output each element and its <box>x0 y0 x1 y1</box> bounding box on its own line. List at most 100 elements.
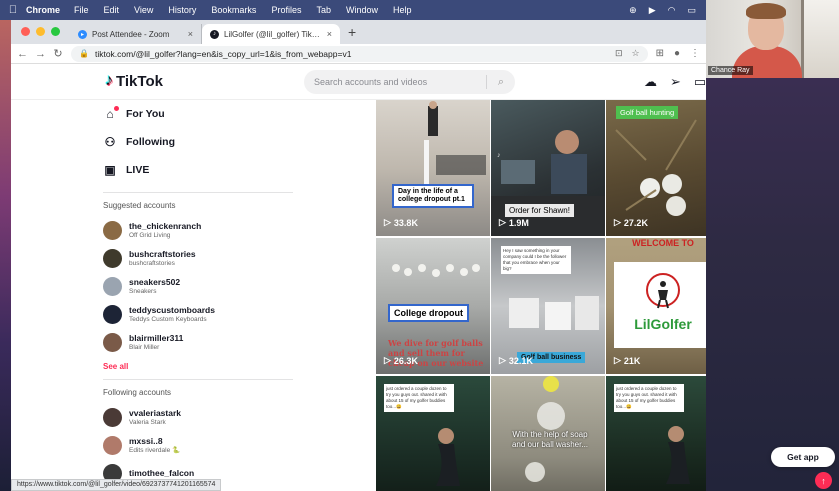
account-avatar <box>103 276 122 296</box>
suggested-account[interactable]: blairmiller311 Blair Miller <box>103 328 293 356</box>
extensions-icon[interactable]: ⊞ <box>656 48 664 59</box>
close-icon[interactable]: × <box>188 29 193 39</box>
video-grid: Day in the life of a college dropout pt.… <box>376 100 706 491</box>
account-avatar <box>103 407 122 427</box>
view-count: ▷ 27.2K <box>614 217 648 228</box>
golfer-icon <box>646 273 680 309</box>
menu-file[interactable]: File <box>74 5 89 15</box>
account-avatar <box>103 435 122 455</box>
play-icon: ▷ <box>499 217 506 227</box>
suggested-account[interactable]: bushcraftstories bushcraftstories <box>103 244 293 272</box>
get-app-button[interactable]: Get app <box>771 447 835 467</box>
tab-tiktok[interactable]: ♪ LilGolfer (@lil_golfer) TikTok | ... × <box>202 24 340 44</box>
new-tab-button[interactable]: + <box>340 24 364 44</box>
play-icon[interactable]: ▶ <box>649 5 656 16</box>
url-field[interactable]: 🔒 tiktok.com/@lil_golfer?lang=en&is_copy… <box>71 45 648 62</box>
menu-profiles[interactable]: Profiles <box>271 5 301 15</box>
account-subtitle: Off Grid Living <box>129 231 171 239</box>
view-count: ▷ 33.8K <box>384 217 418 228</box>
nav-following[interactable]: ⚇ Following <box>103 128 293 156</box>
video-banner-text: WELCOME TO <box>632 238 694 248</box>
video-tile[interactable]: WELCOME TO LilGolfer ▷ 21K <box>606 238 706 374</box>
account-subtitle: Edits riverdale 🐍 <box>129 446 181 454</box>
account-avatar <box>103 332 122 352</box>
menu-edit[interactable]: Edit <box>104 5 120 15</box>
messages-send-icon[interactable]: ➢ <box>670 74 681 90</box>
nav-for-you[interactable]: ⌂ For You <box>103 100 293 128</box>
view-count: ▷ 26.3K <box>384 355 418 366</box>
video-tile[interactable]: ♪ Order for Shawn! ▷ 1.9M <box>491 100 605 236</box>
video-caption: Golf ball hunting <box>616 106 679 119</box>
account-name: timothee_falcon <box>129 468 195 478</box>
minimize-window-button[interactable] <box>36 27 45 36</box>
video-tile[interactable]: College dropout We dive for golf balls a… <box>376 238 490 374</box>
install-icon[interactable]: ⊡ <box>615 48 623 59</box>
tab-zoom[interactable]: ▸ Post Attendee - Zoom × <box>70 24 202 44</box>
video-thumbnail <box>615 119 697 216</box>
following-account[interactable]: vvaleriastark Valeria Stark <box>103 403 293 431</box>
screen-record-icon[interactable]: ⊕ <box>629 5 637 16</box>
control-center-icon[interactable]: ▭ <box>687 5 696 16</box>
address-bar-row: ← → ↻ 🔒 tiktok.com/@lil_golfer?lang=en&i… <box>11 44 706 64</box>
tiktok-logo[interactable]: ♪ TikTok <box>105 72 163 90</box>
tiktok-note-icon: ♪ <box>105 72 113 89</box>
scroll-to-top-icon[interactable]: ↑ <box>815 472 832 489</box>
tiktok-watermark-icon: ♪ <box>497 152 501 159</box>
divider <box>103 379 293 380</box>
menu-view[interactable]: View <box>134 5 153 15</box>
suggested-account[interactable]: the_chickenranch Off Grid Living <box>103 216 293 244</box>
menu-window[interactable]: Window <box>346 5 378 15</box>
close-window-button[interactable] <box>21 27 30 36</box>
menu-bookmarks[interactable]: Bookmarks <box>211 5 256 15</box>
video-tile[interactable]: just ordered a couple dozen to try you g… <box>376 376 490 491</box>
reload-icon[interactable]: ↻ <box>53 47 63 60</box>
zoom-icon: ▸ <box>78 29 87 39</box>
nav-live[interactable]: ▣ LIVE <box>103 156 293 184</box>
menu-help[interactable]: Help <box>393 5 412 15</box>
account-subtitle: Teddys Custom Keyboards <box>129 315 207 323</box>
video-tile[interactable]: Day in the life of a college dropout pt.… <box>376 100 490 236</box>
video-thumbnail <box>424 101 486 200</box>
video-thumbnail <box>436 428 460 486</box>
account-avatar <box>103 248 122 268</box>
see-all-link[interactable]: See all <box>103 362 293 371</box>
search-bar[interactable]: Search accounts and videos ⌕ <box>304 70 515 94</box>
video-tile[interactable]: Hey I saw something in your company coul… <box>491 238 605 374</box>
suggested-account[interactable]: teddyscustomboards Teddys Custom Keyboar… <box>103 300 293 328</box>
inbox-icon[interactable]: ▭ <box>694 74 706 90</box>
chrome-menu-icon[interactable]: ⋮ <box>690 48 700 59</box>
logo-text: LilGolfer <box>634 316 692 332</box>
zoom-window-button[interactable] <box>51 27 60 36</box>
view-count: ▷ 21K <box>614 355 641 366</box>
close-icon[interactable]: × <box>327 29 332 39</box>
video-tile[interactable]: With the help of soap and our ball washe… <box>491 376 605 491</box>
account-subtitle: Blair Miller <box>129 343 160 351</box>
following-header: Following accounts <box>103 388 172 397</box>
lock-icon[interactable]: 🔒 <box>79 49 89 58</box>
browser-window: ▸ Post Attendee - Zoom × ♪ LilGolfer (@l… <box>11 20 706 491</box>
account-name: sneakers502 <box>129 276 181 287</box>
apple-icon[interactable]:  <box>0 4 26 16</box>
forward-arrow-icon[interactable]: → <box>35 48 46 60</box>
play-icon: ▷ <box>384 355 391 365</box>
video-tile[interactable]: Golf ball hunting ▷ 27.2K <box>606 100 706 236</box>
account-name: the_chickenranch <box>129 220 202 231</box>
wifi-icon[interactable]: ◠ <box>668 5 676 16</box>
suggested-account[interactable]: sneakers502 Sneakers <box>103 272 293 300</box>
back-arrow-icon[interactable]: ← <box>17 48 28 60</box>
search-input[interactable]: Search accounts and videos <box>314 77 427 87</box>
video-tile[interactable]: just ordered a couple dozen to try you g… <box>606 376 706 491</box>
menu-tab[interactable]: Tab <box>316 5 331 15</box>
profile-icon[interactable]: ● <box>674 48 680 59</box>
menu-history[interactable]: History <box>168 5 196 15</box>
tab-title: Post Attendee - Zoom <box>92 29 170 39</box>
live-icon: ▣ <box>104 163 116 177</box>
search-icon[interactable]: ⌕ <box>487 76 515 89</box>
following-account[interactable]: mxssi..8 Edits riverdale 🐍 <box>103 431 293 459</box>
menu-status-icons: ⊕ ▶ ◠ ▭ <box>629 5 706 16</box>
account-avatar <box>103 220 122 240</box>
menu-app-name[interactable]: Chrome <box>26 5 60 15</box>
bookmark-star-icon[interactable]: ☆ <box>631 48 639 59</box>
divider <box>103 192 293 193</box>
upload-cloud-icon[interactable]: ☁ <box>644 74 657 90</box>
